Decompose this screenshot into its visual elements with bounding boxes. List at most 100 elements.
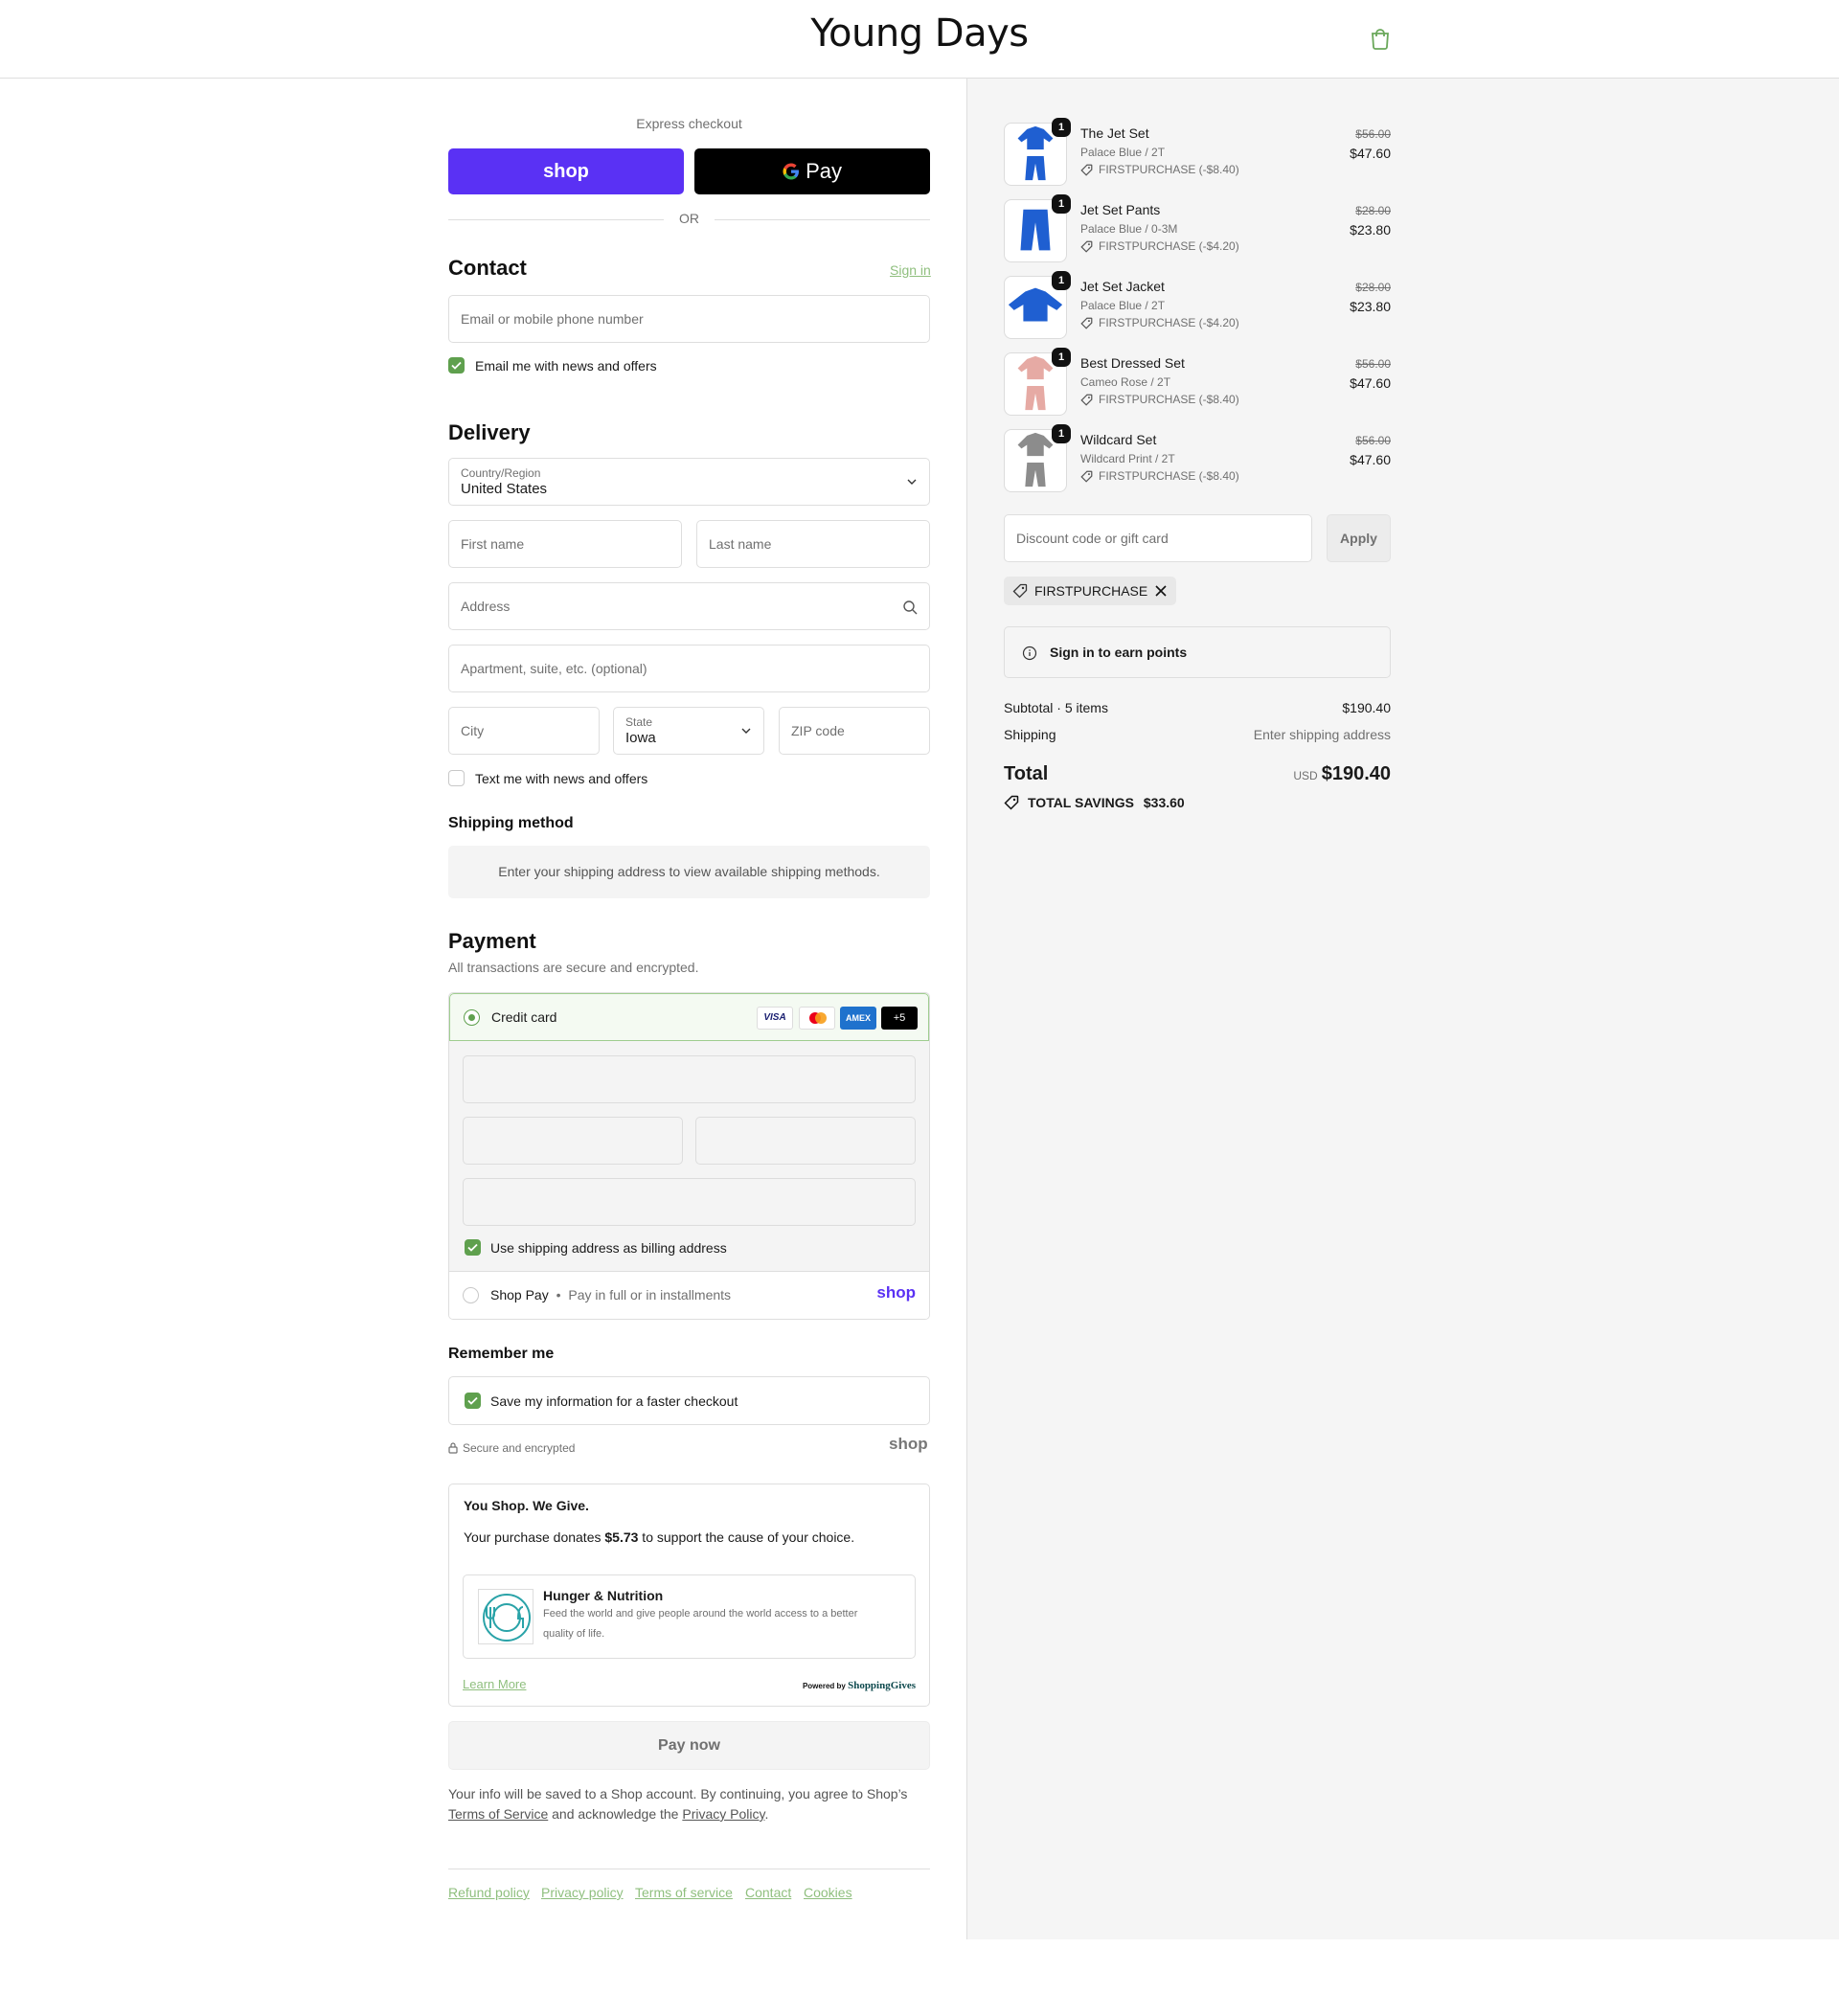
billing-address-checkbox[interactable] xyxy=(465,1239,481,1256)
total-amount: USD $190.40 xyxy=(1199,763,1391,785)
shipping-method-heading: Shipping method xyxy=(448,815,574,831)
terms-of-service-link[interactable]: Terms of service xyxy=(635,1885,733,1900)
learn-more-link[interactable]: Learn More xyxy=(463,1677,526,1691)
donation-amount: $5.73 xyxy=(604,1529,639,1545)
cause-description-1: Feed the world and give people around th… xyxy=(543,1608,858,1620)
apply-label: Apply xyxy=(1340,531,1377,546)
discounted-price: $23.80 xyxy=(1350,299,1391,314)
remember-me-box[interactable]: Save my information for a faster checkou… xyxy=(448,1376,930,1425)
close-icon[interactable] xyxy=(1155,585,1167,597)
address-placeholder: Address xyxy=(461,599,511,614)
zip-field[interactable]: ZIP code xyxy=(779,707,930,755)
state-label: State xyxy=(625,715,653,729)
discount-tag-icon xyxy=(1080,394,1093,406)
payment-methods-box: Credit card VISA AMEX +5 Use shipping ad… xyxy=(448,992,930,1320)
newsletter-checkbox[interactable] xyxy=(448,357,465,374)
zip-placeholder: ZIP code xyxy=(791,723,845,738)
discount-code-field[interactable]: Discount code or gift card xyxy=(1004,514,1312,562)
save-info-checkbox[interactable] xyxy=(465,1393,481,1409)
refund-policy-link[interactable]: Refund policy xyxy=(448,1885,530,1900)
chevron-down-icon xyxy=(907,479,917,485)
shop-pay-text: Shop Pay • Pay in full or in installment… xyxy=(490,1287,731,1302)
discount-tag-icon xyxy=(1080,470,1093,483)
currency-code: USD xyxy=(1293,769,1318,782)
discounted-price: $47.60 xyxy=(1350,146,1391,161)
google-g-icon xyxy=(783,159,806,183)
legal-line-2: Terms of Service and acknowledge the Pri… xyxy=(448,1806,768,1822)
quantity-badge: 1 xyxy=(1052,194,1071,214)
chevron-down-icon xyxy=(741,728,751,734)
brand-logo[interactable]: Young Days xyxy=(0,11,1839,56)
express-checkout-title: Express checkout xyxy=(636,116,742,131)
legal-end: . xyxy=(764,1806,769,1822)
discounted-price: $23.80 xyxy=(1350,222,1391,238)
billing-address-label: Use shipping address as billing address xyxy=(490,1240,727,1256)
cause-card[interactable]: Hunger & Nutrition Feed the world and gi… xyxy=(463,1574,916,1659)
original-price: $28.00 xyxy=(1355,204,1391,217)
sms-checkbox[interactable] xyxy=(448,770,465,786)
shop-pay-option[interactable]: Shop Pay • Pay in full or in installment… xyxy=(449,1271,929,1319)
contact-heading: Contact xyxy=(448,256,527,280)
email-field[interactable]: Email or mobile phone number xyxy=(448,295,930,343)
total-label: Total xyxy=(1004,763,1049,784)
country-select[interactable]: Country/Region United States xyxy=(448,458,930,506)
legal-middle: and acknowledge the xyxy=(548,1806,683,1822)
apply-discount-button[interactable]: Apply xyxy=(1327,514,1391,562)
credit-card-radio[interactable] xyxy=(464,1009,480,1026)
address-field[interactable]: Address xyxy=(448,582,930,630)
giving-text: Your purchase donates $5.73 to support t… xyxy=(464,1529,854,1545)
state-value: Iowa xyxy=(625,730,656,746)
shipping-method-notice: Enter your shipping address to view avai… xyxy=(448,846,930,898)
giving-text-after: to support the cause of your choice. xyxy=(638,1529,855,1545)
quantity-badge: 1 xyxy=(1052,271,1071,290)
card-name-field[interactable] xyxy=(463,1178,916,1226)
contact-link[interactable]: Contact xyxy=(745,1885,791,1900)
applied-code-label: FIRSTPURCHASE xyxy=(1034,583,1148,599)
pay-now-button[interactable]: Pay now xyxy=(448,1721,930,1770)
product-discount: FIRSTPURCHASE (-$4.20) xyxy=(1099,316,1239,329)
delivery-heading: Delivery xyxy=(448,420,531,444)
quantity-badge: 1 xyxy=(1052,118,1071,137)
product-variant: Palace Blue / 2T xyxy=(1080,146,1166,159)
earn-points-box[interactable]: Sign in to earn points xyxy=(1004,626,1391,678)
discount-tag-icon xyxy=(1080,240,1093,253)
credit-card-option[interactable]: Credit card VISA AMEX +5 xyxy=(449,993,929,1041)
city-placeholder: City xyxy=(461,723,485,738)
original-price: $56.00 xyxy=(1355,434,1391,447)
card-number-field[interactable] xyxy=(463,1055,916,1103)
product-name: Wildcard Set xyxy=(1080,432,1157,447)
apartment-field[interactable]: Apartment, suite, etc. (optional) xyxy=(448,645,930,692)
last-name-field[interactable]: Last name xyxy=(696,520,930,568)
state-select[interactable]: State Iowa xyxy=(613,707,764,755)
first-name-placeholder: First name xyxy=(461,536,525,552)
product-name: Jet Set Pants xyxy=(1080,202,1161,217)
earn-points-label: Sign in to earn points xyxy=(1050,645,1188,660)
privacy-policy-link[interactable]: Privacy policy xyxy=(541,1885,624,1900)
plate-icon xyxy=(478,1589,534,1644)
cookies-link[interactable]: Cookies xyxy=(804,1885,852,1900)
legal-line-1: Your info will be saved to a Shop accoun… xyxy=(448,1786,908,1801)
cause-title: Hunger & Nutrition xyxy=(543,1588,664,1603)
country-label: Country/Region xyxy=(461,466,541,480)
powered-by-label: Powered by xyxy=(802,1682,846,1690)
google-pay-button[interactable]: Pay xyxy=(694,148,930,194)
shipping-label: Shipping xyxy=(1004,727,1056,742)
search-icon xyxy=(903,600,918,615)
card-form-panel: Use shipping address as billing address xyxy=(449,1041,929,1271)
shop-pay-logo: shop xyxy=(876,1283,916,1302)
first-name-field[interactable]: First name xyxy=(448,520,682,568)
amex-icon: AMEX xyxy=(840,1007,876,1030)
city-field[interactable]: City xyxy=(448,707,600,755)
total-savings: TOTAL SAVINGS $33.60 xyxy=(1028,795,1185,810)
shop-pay-radio[interactable] xyxy=(463,1287,479,1303)
card-cvv-field[interactable] xyxy=(695,1117,916,1165)
shop-pay-express-button[interactable]: shop xyxy=(448,148,684,194)
shop-terms-link[interactable]: Terms of Service xyxy=(448,1806,548,1822)
card-expiry-field[interactable] xyxy=(463,1117,683,1165)
sign-in-link[interactable]: Sign in xyxy=(890,262,931,278)
pay-now-label: Pay now xyxy=(658,1737,720,1754)
shop-pay-description: Pay in full or in installments xyxy=(568,1287,732,1302)
shopping-bag-icon[interactable] xyxy=(1370,27,1391,50)
shop-privacy-link[interactable]: Privacy Policy xyxy=(682,1806,764,1822)
shipping-value: Enter shipping address xyxy=(1253,727,1391,742)
